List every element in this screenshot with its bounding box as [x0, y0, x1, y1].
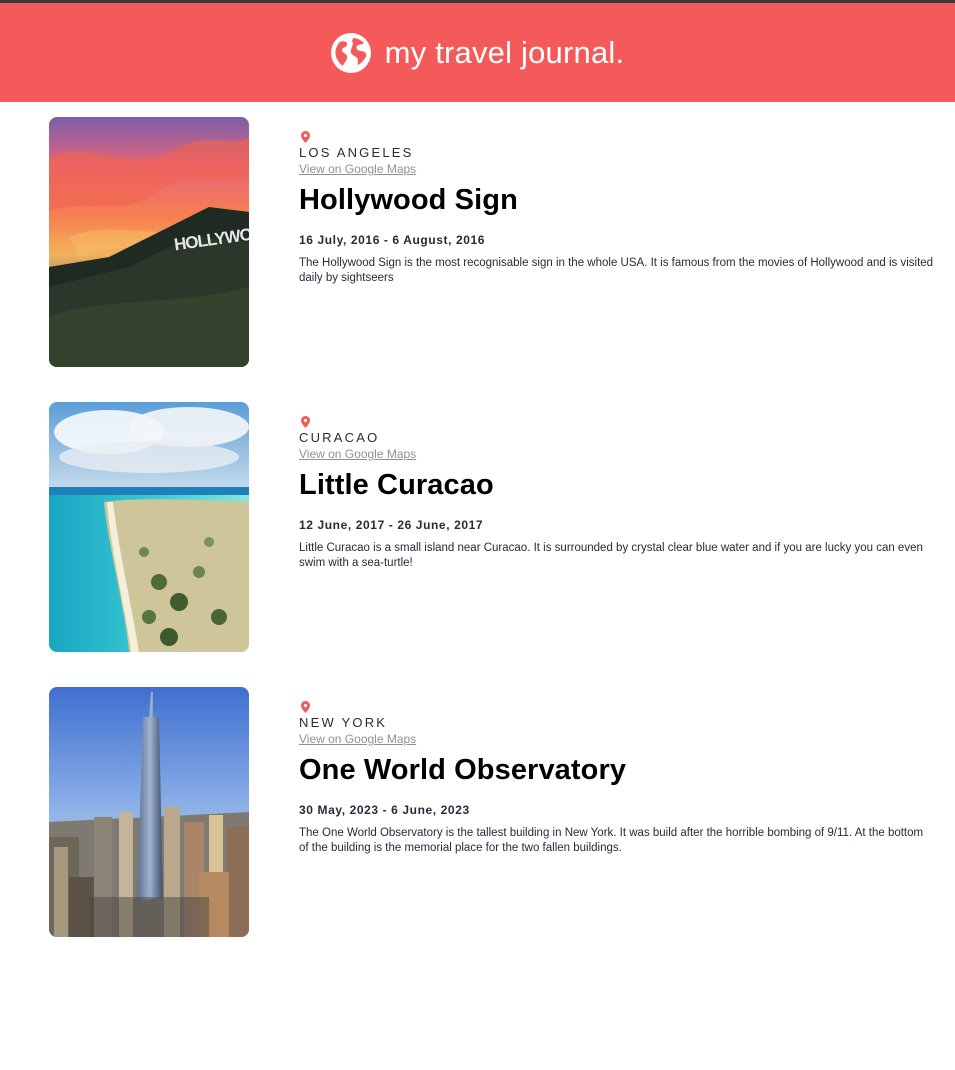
entry-info: NEW YORK View on Google Maps One World O… — [299, 701, 934, 856]
entry-image-hollywood: HOLLYWOOD — [49, 117, 249, 367]
journal-entry: CURACAO View on Google Maps Little Curac… — [0, 402, 955, 687]
map-pin-icon — [301, 416, 310, 428]
journal-entry: HOLLYWOOD LOS ANGELES View on Google Map… — [0, 117, 955, 402]
entry-location: LOS ANGELES — [299, 145, 414, 160]
entry-info: LOS ANGELES View on Google Maps Hollywoo… — [299, 131, 934, 286]
entry-title: One World Observatory — [299, 754, 627, 786]
google-maps-link[interactable]: View on Google Maps — [299, 447, 416, 462]
entry-location: CURACAO — [299, 430, 380, 445]
globe-icon — [330, 32, 371, 73]
google-maps-link[interactable]: View on Google Maps — [299, 732, 416, 747]
map-pin-icon — [301, 701, 310, 713]
entry-description: The One World Observatory is the tallest… — [299, 827, 924, 854]
entry-image-curacao — [49, 402, 249, 652]
map-pin-icon — [301, 131, 310, 143]
entry-image-new-york — [49, 687, 249, 937]
entry-title: Hollywood Sign — [299, 184, 518, 216]
entry-description: The Hollywood Sign is the most recognisa… — [299, 257, 934, 284]
entry-description: Little Curacao is a small island near Cu… — [299, 542, 923, 569]
entry-dates: 16 July, 2016 - 6 August, 2016 — [299, 233, 486, 247]
entry-dates: 30 May, 2023 - 6 June, 2023 — [299, 803, 470, 817]
entry-location: NEW YORK — [299, 715, 388, 730]
app-title: my travel journal. — [384, 34, 625, 70]
entry-title: Little Curacao — [299, 469, 494, 501]
google-maps-link[interactable]: View on Google Maps — [299, 162, 416, 177]
app-header: my travel journal. — [0, 3, 955, 102]
journal-entry: NEW YORK View on Google Maps One World O… — [0, 687, 955, 972]
entry-dates: 12 June, 2017 - 26 June, 2017 — [299, 518, 484, 532]
journal-list: HOLLYWOOD LOS ANGELES View on Google Map… — [0, 102, 955, 972]
entry-info: CURACAO View on Google Maps Little Curac… — [299, 416, 934, 571]
